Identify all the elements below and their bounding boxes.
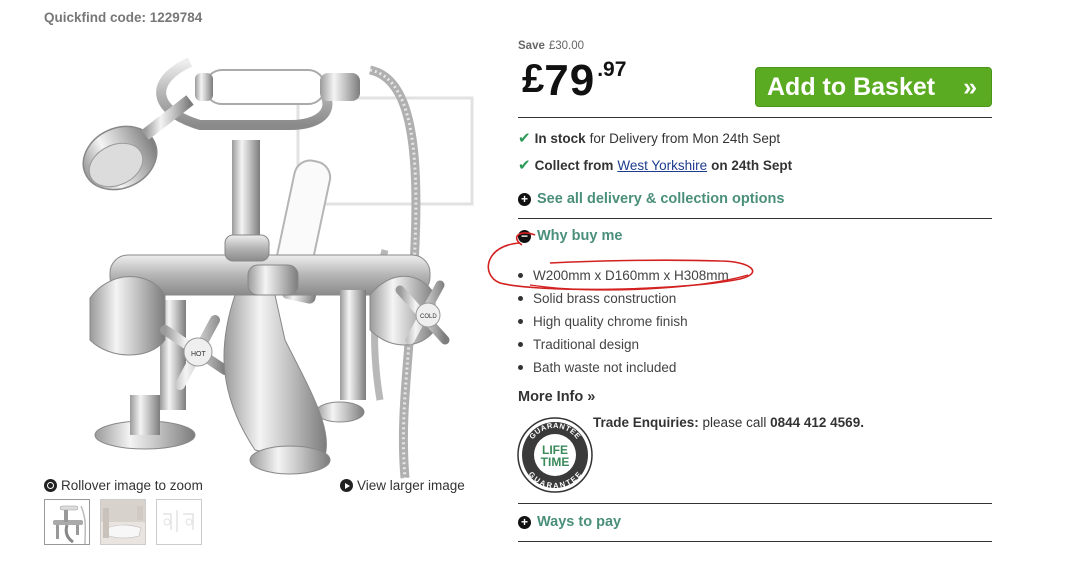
- trade-text: please call: [702, 415, 767, 430]
- list-item: High quality chrome finish: [518, 310, 729, 333]
- thumbnail-1[interactable]: [44, 499, 90, 545]
- more-info-link[interactable]: More Info »: [518, 389, 595, 405]
- rollover-zoom-hint: Rollover image to zoom: [44, 478, 203, 493]
- guarantee-line2: TIME: [541, 455, 570, 469]
- delivery-options-link[interactable]: + See all delivery & collection options: [518, 191, 784, 207]
- plus-circle-icon: +: [518, 192, 531, 206]
- quickfind-code: Quickfind code: 1229784: [44, 10, 203, 25]
- play-icon: [340, 479, 353, 492]
- ways-to-pay-link[interactable]: + Ways to pay: [518, 514, 621, 530]
- divider: [518, 117, 992, 118]
- hot-badge: HOT: [191, 351, 207, 358]
- bath-shower-mixer-image: HOT COLD: [82, 57, 474, 479]
- list-item: Solid brass construction: [518, 287, 729, 310]
- delivery-date: for Delivery from Mon 24th Sept: [589, 130, 781, 146]
- divider: [518, 218, 992, 219]
- in-stock-label: In stock: [534, 130, 586, 146]
- save-value: £30.00: [548, 40, 585, 52]
- divider: [518, 541, 992, 542]
- thumbnail-bathroom-image: [101, 500, 145, 544]
- why-buy-toggle[interactable]: − Why buy me: [518, 228, 622, 244]
- add-to-basket-label: Add to Basket: [767, 72, 936, 101]
- price: £ 79 .97: [522, 56, 626, 106]
- trade-label: Trade Enquiries:: [593, 415, 699, 430]
- minus-circle-icon: −: [518, 229, 531, 243]
- cold-badge: COLD: [420, 314, 437, 320]
- list-item: Bath waste not included: [518, 356, 729, 379]
- view-larger-label: View larger image: [357, 478, 465, 493]
- collect-date: on 24th Sept: [711, 157, 793, 173]
- collect-location-link[interactable]: West Yorkshire: [617, 158, 707, 173]
- check-icon: ✔: [518, 130, 531, 147]
- trade-phone[interactable]: 0844 412 4569.: [770, 415, 864, 430]
- thumbnail-strip: [44, 499, 202, 545]
- thumbnail-3[interactable]: [156, 499, 202, 545]
- in-stock-line: ✔ In stock for Delivery from Mon 24th Se…: [518, 129, 780, 147]
- check-icon: ✔: [518, 157, 531, 174]
- double-chevron-right-icon: »: [963, 72, 977, 101]
- thumbnail-diagram-image: [163, 510, 194, 532]
- thumbnail-2[interactable]: [100, 499, 146, 545]
- price-pounds: 79: [544, 56, 596, 105]
- list-item: Traditional design: [518, 333, 729, 356]
- save-label: Save: [518, 40, 545, 52]
- product-image[interactable]: HOT COLD: [40, 40, 480, 480]
- save-amount: Save £30.00: [518, 40, 584, 52]
- rollover-label: Rollover image to zoom: [61, 478, 203, 493]
- price-currency: £: [522, 57, 545, 101]
- collect-prefix: Collect from: [534, 157, 614, 173]
- view-larger-link[interactable]: View larger image: [340, 478, 465, 493]
- delivery-options-label: See all delivery & collection options: [537, 191, 785, 207]
- trade-enquiries: Trade Enquiries: please call 0844 412 45…: [593, 415, 864, 430]
- lifetime-guarantee-badge: GUARANTEE GUARANTEE LIFE TIME: [517, 417, 593, 493]
- list-item: W200mm x D160mm x H308mm: [518, 264, 729, 287]
- price-pence: .97: [597, 58, 627, 81]
- why-buy-heading: Why buy me: [537, 228, 623, 244]
- ways-to-pay-label: Ways to pay: [537, 514, 622, 530]
- divider: [518, 503, 992, 504]
- plus-circle-icon: +: [518, 515, 531, 529]
- add-to-basket-button[interactable]: Add to Basket »: [755, 67, 992, 107]
- why-buy-list: W200mm x D160mm x H308mm Solid brass con…: [518, 264, 729, 379]
- zoom-icon: [44, 479, 57, 492]
- thumbnail-tap-image: [53, 505, 87, 544]
- collect-line: ✔ Collect from West Yorkshire on 24th Se…: [518, 156, 792, 174]
